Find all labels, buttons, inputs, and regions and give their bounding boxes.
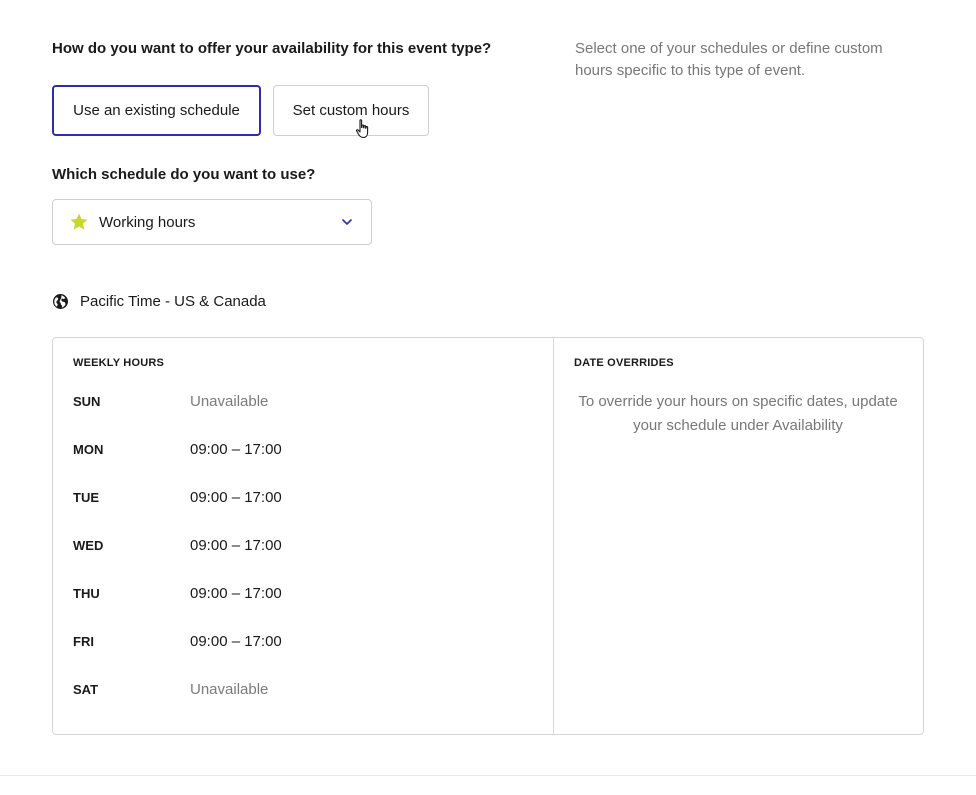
timezone-label: Pacific Time - US & Canada bbox=[80, 293, 266, 310]
day-row-wed: WED 09:00 – 17:00 bbox=[73, 535, 282, 555]
chevron-down-icon bbox=[342, 219, 352, 225]
globe-icon bbox=[53, 294, 68, 309]
day-row-sun: SUN Unavailable bbox=[73, 391, 268, 411]
star-icon bbox=[70, 213, 88, 230]
day-name: SUN bbox=[73, 393, 101, 409]
use-existing-schedule-button[interactable]: Use an existing schedule bbox=[52, 85, 261, 136]
day-hours: 09:00 – 17:00 bbox=[190, 584, 282, 602]
day-hours: Unavailable bbox=[190, 680, 269, 698]
date-overrides-text: To override your hours on specific dates… bbox=[578, 393, 898, 434]
day-row-mon: MON 09:00 – 17:00 bbox=[73, 439, 282, 459]
day-hours: 09:00 – 17:00 bbox=[190, 536, 282, 554]
day-hours: Unavailable bbox=[190, 392, 269, 410]
day-hours: 09:00 – 17:00 bbox=[190, 488, 282, 506]
panel-divider bbox=[553, 338, 554, 734]
day-hours: 09:00 – 17:00 bbox=[190, 440, 282, 458]
weekly-hours-heading: WEEKLY HOURS bbox=[73, 357, 165, 369]
availability-helper-text: Select one of your schedules or define c… bbox=[575, 40, 883, 79]
day-row-fri: FRI 09:00 – 17:00 bbox=[73, 631, 282, 651]
day-hours: 09:00 – 17:00 bbox=[190, 632, 282, 650]
day-name: TUE bbox=[73, 489, 99, 505]
day-row-tue: TUE 09:00 – 17:00 bbox=[73, 487, 282, 507]
timezone-row: Pacific Time - US & Canada bbox=[52, 293, 266, 310]
hours-panel: WEEKLY HOURS SUN Unavailable MON 09:00 –… bbox=[52, 337, 924, 735]
day-name: SAT bbox=[73, 681, 99, 697]
schedule-question: Which schedule do you want to use? bbox=[52, 166, 316, 183]
schedule-select-value: Working hours bbox=[99, 213, 196, 231]
schedule-select[interactable]: Working hours bbox=[52, 199, 372, 245]
day-name: WED bbox=[73, 537, 104, 553]
day-name: THU bbox=[73, 585, 100, 601]
set-custom-hours-button[interactable]: Set custom hours bbox=[273, 85, 429, 136]
bottom-divider bbox=[0, 775, 976, 776]
availability-settings: How do you want to offer your availabili… bbox=[0, 0, 976, 795]
day-row-thu: THU 09:00 – 17:00 bbox=[73, 583, 282, 603]
hand-cursor-icon bbox=[355, 119, 369, 139]
day-name: MON bbox=[73, 441, 104, 457]
availability-question: How do you want to offer your availabili… bbox=[52, 40, 492, 57]
day-row-sat: SAT Unavailable bbox=[73, 679, 268, 699]
date-overrides-heading: DATE OVERRIDES bbox=[574, 357, 674, 369]
day-name: FRI bbox=[73, 633, 94, 649]
